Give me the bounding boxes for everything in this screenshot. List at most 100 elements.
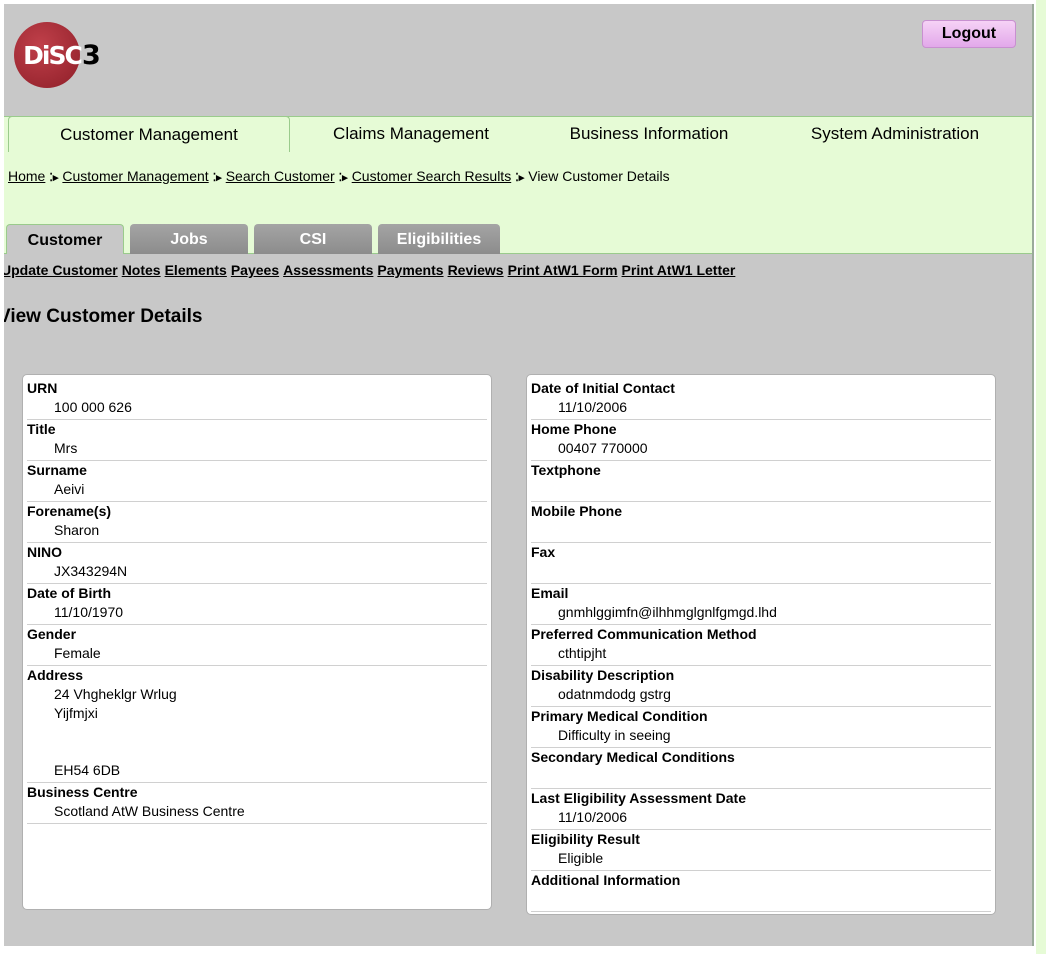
window-edge	[1036, 0, 1046, 954]
assessments-link[interactable]: Assessments	[283, 262, 373, 278]
field-urn: URN 100 000 626	[27, 379, 487, 420]
field-label: Last Eligibility Assessment Date	[531, 790, 746, 806]
field-label: Title	[27, 421, 56, 437]
field-surname: Surname Aeivi	[27, 461, 487, 502]
subtab-jobs[interactable]: Jobs	[130, 224, 248, 254]
field-label: URN	[27, 380, 58, 396]
breadcrumb-customer-search-results[interactable]: Customer Search Results	[352, 168, 512, 184]
breadcrumb-separator-icon: ⁚▸	[338, 172, 348, 184]
customer-details-panel-right: Date of Initial Contact 11/10/2006 Home Ph…	[526, 374, 996, 915]
field-label: Date of Initial Contact	[531, 380, 675, 396]
field-title: Title Mrs	[27, 420, 487, 461]
disc3-logo: DiSC 3	[14, 22, 114, 92]
field-value-line: Difficulty in seeing	[558, 727, 671, 743]
field-value: odatnmdodg gstrg	[531, 685, 991, 704]
field-address: Address 24 Vhgheklgr Wrlug Yijfmjxi EH54 6D…	[27, 666, 487, 783]
subtab-customer[interactable]: Customer	[6, 224, 124, 254]
field-value	[531, 521, 991, 540]
field-value-line	[558, 890, 991, 909]
field-value-line: JX343294N	[54, 563, 128, 579]
field-label: Textphone	[531, 462, 601, 478]
field-date-of-birth: Date of Birth 11/10/1970	[27, 584, 487, 625]
logo-circle: DiSC	[14, 22, 83, 88]
field-email: Email gnmhlggimfn@ilhhmglgnlfgmgd.lhd	[531, 584, 991, 625]
field-primary-medical-condition: Primary Medical Condition Difficulty in s…	[531, 707, 991, 748]
field-value-line: Eligible	[558, 850, 604, 866]
field-value-line: 11/10/1970	[54, 604, 124, 620]
elements-link[interactable]: Elements	[165, 262, 227, 278]
breadcrumb: Home ⁚▸ Customer Management ⁚▸ Search Custom…	[8, 168, 670, 184]
breadcrumb-search-customer[interactable]: Search Customer	[226, 168, 335, 184]
field-label: Address	[27, 667, 84, 683]
field-label: Preferred Communication Method	[531, 626, 757, 642]
field-home-phone: Home Phone 00407 770000	[531, 420, 991, 461]
notes-link[interactable]: Notes	[122, 262, 161, 278]
breadcrumb-current: View Customer Details	[528, 168, 670, 184]
logout-button[interactable]: Logout	[922, 20, 1016, 48]
breadcrumb-separator-icon: ⁚▸	[515, 172, 525, 184]
field-value-line: Female	[54, 645, 101, 661]
payments-link[interactable]: Payments	[377, 262, 443, 278]
field-value-line: EH54 6DB	[54, 762, 121, 778]
field-label: Business Centre	[27, 784, 138, 800]
field-business-centre: Business Centre Scotland AtW Business Cen…	[27, 783, 487, 824]
field-value: Mrs	[27, 439, 487, 458]
field-value-line: Mrs	[54, 440, 78, 456]
breadcrumb-separator-icon: ⁚▸	[212, 172, 222, 184]
field-label: Disability Description	[531, 667, 675, 683]
field-value-line: cthtipjht	[558, 645, 607, 661]
field-value: Scotland AtW Business Centre	[27, 802, 487, 821]
field-label: Fax	[531, 544, 556, 560]
field-label: Primary Medical Condition	[531, 708, 708, 724]
field-date-of-initial-contact: Date of Initial Contact 11/10/2006	[531, 379, 991, 420]
field-value-line: Yijfmjxi	[54, 705, 98, 721]
field-value: Eligible	[531, 849, 991, 868]
subtab-eligibilities[interactable]: Eligibilities	[378, 224, 500, 254]
field-additional-information: Additional Information	[531, 871, 991, 912]
breadcrumb-home[interactable]: Home	[8, 168, 45, 184]
app-frame: DiSC 3 Logout Customer Management Claims…	[4, 4, 1034, 946]
logo-number: 3	[82, 40, 101, 71]
breadcrumb-customer-management[interactable]: Customer Management	[62, 168, 208, 184]
field-value-line: 100 000 626	[54, 399, 132, 415]
field-value: 100 000 626	[27, 398, 487, 417]
field-value: JX343294N	[27, 562, 487, 581]
tab-claims-management[interactable]: Claims Management	[306, 116, 516, 152]
page-title: View Customer Details	[4, 306, 203, 327]
update-customer-link[interactable]: Update Customer	[4, 262, 118, 278]
customer-details-panel-left: URN 100 000 626 Title Mrs Surname Aeivi Forena…	[22, 374, 492, 910]
field-label: Additional Information	[531, 872, 681, 888]
field-value: gnmhlggimfn@ilhhmglgnlfgmgd.lhd	[531, 603, 991, 622]
field-mobile-phone: Mobile Phone	[531, 502, 991, 543]
field-value-line	[558, 767, 991, 786]
subtab-csi[interactable]: CSI	[254, 224, 372, 254]
reviews-link[interactable]: Reviews	[448, 262, 504, 278]
field-value: 11/10/2006	[531, 808, 991, 827]
field-value: 11/10/2006	[531, 398, 991, 417]
field-value-line: Scotland AtW Business Centre	[54, 803, 245, 819]
field-value: Aeivi	[27, 480, 487, 499]
field-value-line: 11/10/2006	[558, 809, 628, 825]
field-label: Home Phone	[531, 421, 617, 437]
field-value: Female	[27, 644, 487, 663]
field-value-line	[54, 742, 487, 761]
field-value	[531, 562, 991, 581]
print-atw1-form-link[interactable]: Print AtW1 Form	[508, 262, 618, 278]
field-label: Surname	[27, 462, 87, 478]
payees-link[interactable]: Payees	[231, 262, 279, 278]
field-value: Difficulty in seeing	[531, 726, 991, 745]
field-value	[531, 480, 991, 499]
field-label: NINO	[27, 544, 62, 560]
print-atw1-letter-link[interactable]: Print AtW1 Letter	[622, 262, 736, 278]
field-secondary-medical-conditions: Secondary Medical Conditions	[531, 748, 991, 789]
tab-system-administration[interactable]: System Administration	[790, 116, 1000, 152]
field-value-line	[558, 480, 991, 499]
field-textphone: Textphone	[531, 461, 991, 502]
field-label: Eligibility Result	[531, 831, 640, 847]
field-preferred-communication-method: Preferred Communication Method cthtipjht	[531, 625, 991, 666]
field-last-eligibility-assessment-date: Last Eligibility Assessment Date 11/10/20…	[531, 789, 991, 830]
tab-business-information[interactable]: Business Information	[544, 116, 754, 152]
tab-customer-management[interactable]: Customer Management	[8, 116, 290, 152]
field-value: Sharon	[27, 521, 487, 540]
breadcrumb-separator-icon: ⁚▸	[49, 172, 59, 184]
